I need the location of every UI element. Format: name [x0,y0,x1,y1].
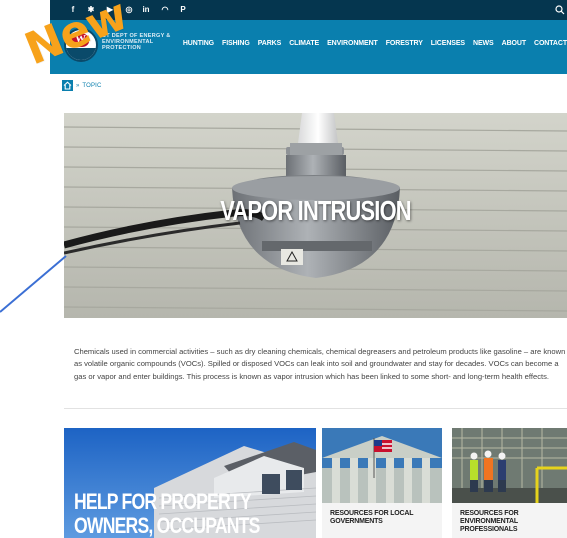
card-env-image [452,428,567,503]
card-local-title[interactable]: RESOURCES FOR LOCAL GOVERNMENTS [330,510,438,526]
hero-banner: VAPOR INTRUSION [64,113,567,318]
card-environmental-professionals[interactable]: RESOURCES FOR ENVIRONMENTAL PROFESSIONAL… [452,428,567,538]
podcast-icon[interactable]: ◠ [160,5,170,15]
nav-links: HUNTING FISHING PARKS CLIMATE ENVIRONMEN… [183,40,567,47]
social-bar: f ✱ ▶ ◎ in ◠ P [50,0,567,20]
card-local-governments[interactable]: RESOURCES FOR LOCAL GOVERNMENTS [322,428,442,538]
card-env-title[interactable]: RESOURCES FOR ENVIRONMENTAL PROFESSIONAL… [460,510,567,534]
nav-licenses[interactable]: LICENSES [431,40,465,47]
nav-forestry[interactable]: FORESTRY [386,40,423,47]
slide-canvas: f ✱ ▶ ◎ in ◠ P W CT DEPT OF ENERGY & ENV… [0,0,567,538]
nav-hunting[interactable]: HUNTING [183,40,214,47]
card-property-owners[interactable]: HELP FOR PROPERTY OWNERS, OCCUPANTS [64,428,316,538]
nav-environment[interactable]: ENVIRONMENT [327,40,378,47]
section-divider [64,408,567,409]
breadcrumb-separator: » [76,82,80,89]
nav-parks[interactable]: PARKS [258,40,282,47]
nav-about[interactable]: ABOUT [502,40,526,47]
nav-news[interactable]: NEWS [473,40,494,47]
pinterest-icon[interactable]: P [178,5,188,15]
search-icon[interactable] [555,5,565,15]
hero-title: VAPOR INTRUSION [220,195,411,226]
instagram-icon[interactable]: ◎ [124,5,134,15]
breadcrumb-topic[interactable]: TOPIC [82,83,101,89]
nav-contact[interactable]: CONTACT [534,40,567,47]
webpage-screenshot: f ✱ ▶ ◎ in ◠ P W CT DEPT OF ENERGY & ENV… [50,0,567,538]
card-local-image [322,428,442,503]
home-icon[interactable] [62,80,73,91]
nav-climate[interactable]: CLIMATE [289,40,319,47]
intro-paragraph: Chemicals used in commercial activities … [74,347,566,381]
linkedin-icon[interactable]: in [141,5,151,15]
card-property-title[interactable]: HELP FOR PROPERTY OWNERS, OCCUPANTS [74,490,266,538]
breadcrumb: » TOPIC [62,80,102,91]
nav-fishing[interactable]: FISHING [222,40,250,47]
